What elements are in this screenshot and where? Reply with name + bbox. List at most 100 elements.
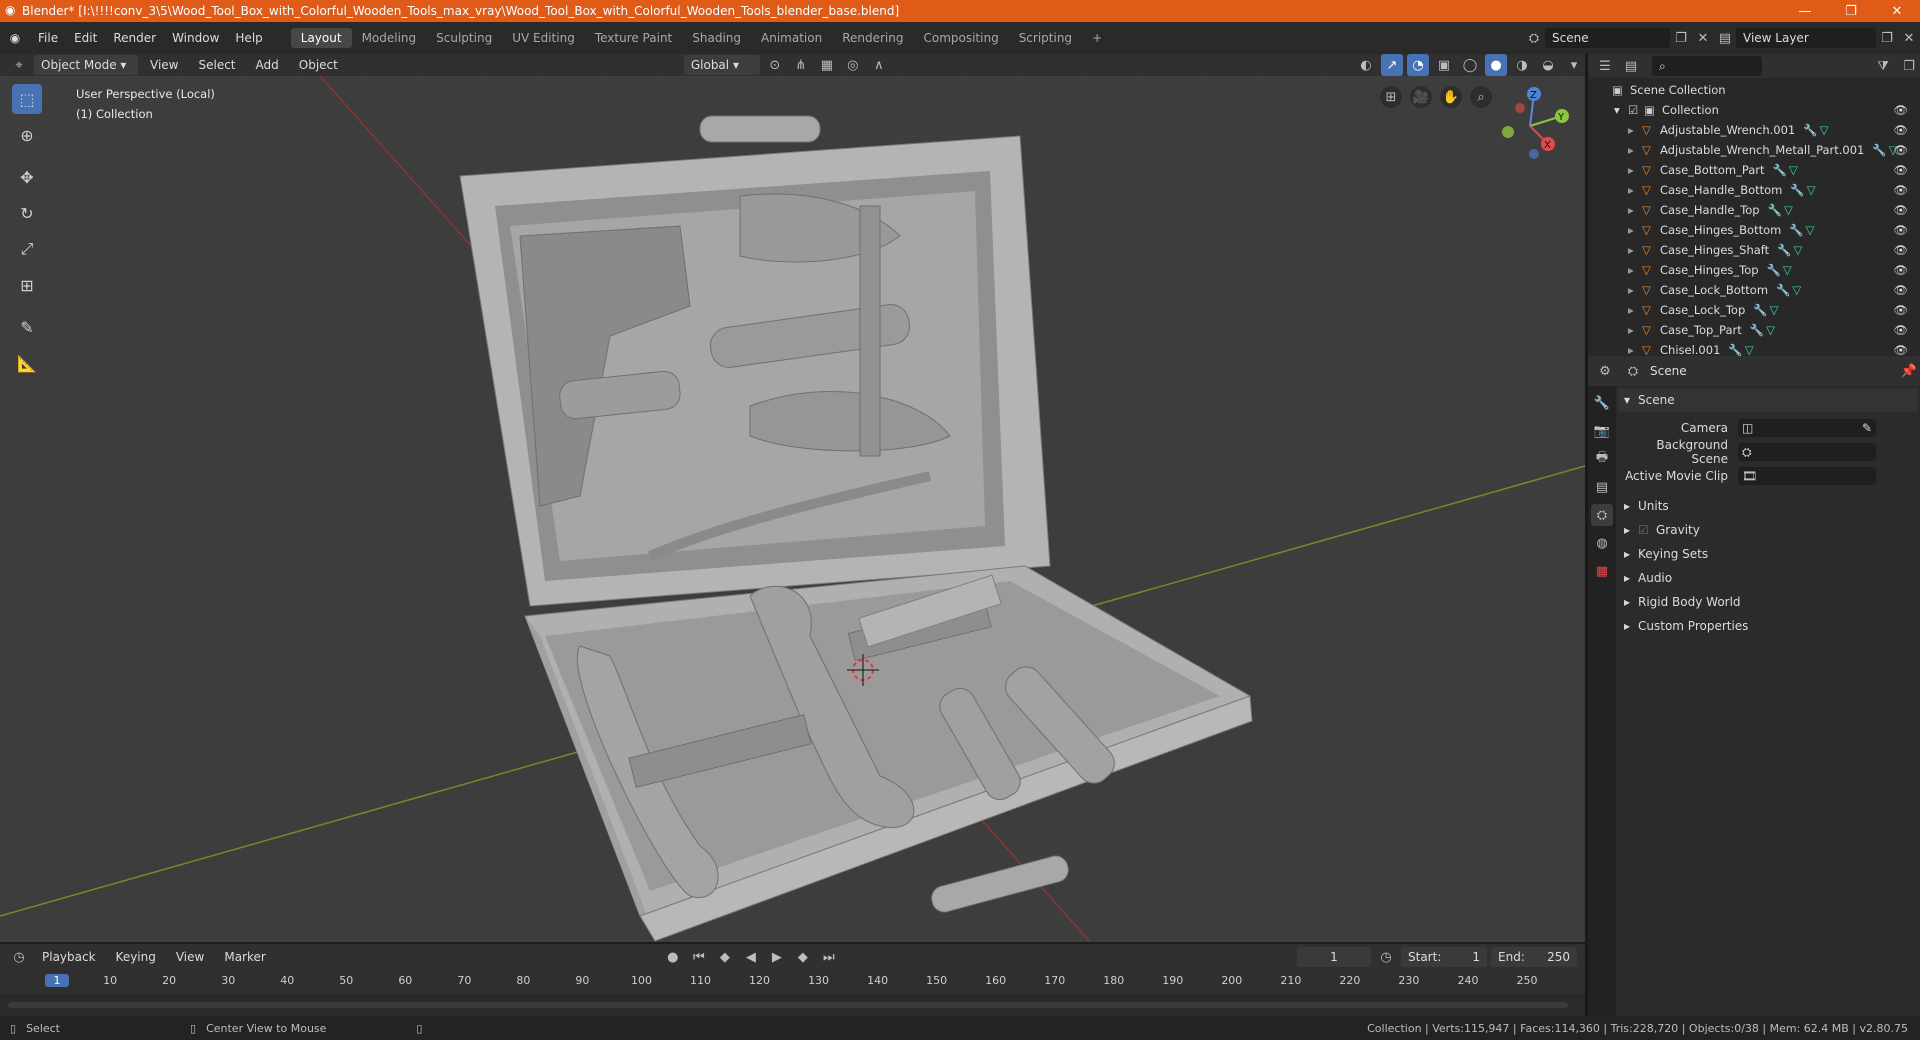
visibility-eye-icon[interactable]: 👁: [1893, 263, 1908, 277]
eyedropper-icon[interactable]: ✎: [1862, 421, 1872, 435]
transform-tool-icon[interactable]: ⊞: [12, 270, 42, 300]
next-keyframe-icon[interactable]: ◆: [792, 946, 814, 968]
outliner-object-row[interactable]: ▸ ▽ Case_Lock_Bottom 🔧 ▽ 👁: [1588, 280, 1920, 300]
rendered-shading-icon[interactable]: ◒: [1537, 54, 1559, 76]
scene-tab-icon[interactable]: ⛭: [1591, 504, 1613, 526]
outliner-object-row[interactable]: ▸ ▽ Case_Handle_Top 🔧 ▽ 👁: [1588, 200, 1920, 220]
pin-icon[interactable]: 📌: [1898, 360, 1920, 382]
camera-view-icon[interactable]: 🎥: [1410, 86, 1432, 108]
movie-clip-field[interactable]: 🎞: [1738, 467, 1876, 485]
visibility-eye-icon[interactable]: 👁: [1893, 303, 1908, 317]
properties-editor-icon[interactable]: ⚙: [1594, 360, 1616, 382]
snap-icon[interactable]: ⋔: [790, 54, 812, 76]
add-workspace-icon[interactable]: +: [1082, 28, 1112, 48]
pivot-icon[interactable]: ⊙: [764, 54, 786, 76]
visibility-eye-icon[interactable]: 👁: [1893, 143, 1908, 157]
menu-add[interactable]: Add: [248, 58, 287, 72]
ortho-toggle-icon[interactable]: ⊞: [1380, 86, 1402, 108]
preview-range-icon[interactable]: ◷: [1375, 946, 1397, 968]
transform-orientation[interactable]: Global ▾: [683, 55, 760, 75]
tab-layout[interactable]: Layout: [290, 28, 352, 48]
prev-keyframe-icon[interactable]: ◆: [714, 946, 736, 968]
new-view-layer-icon[interactable]: ❐: [1876, 27, 1898, 49]
3d-viewport[interactable]: ⬚ ⊕ ✥ ↻ ⤢ ⊞ ✎ 📐 User Perspective (Local)…: [0, 76, 1585, 942]
mode-selector[interactable]: Object Mode ▾: [34, 55, 138, 75]
outliner-object-row[interactable]: ▸ ▽ Adjustable_Wrench.001 🔧 ▽ 👁: [1588, 120, 1920, 140]
minimize-icon[interactable]: —: [1782, 4, 1828, 19]
frame-ruler[interactable]: 1 10 20 30 40 50 60 70 80 90 100 110 120 130 140 150 160…: [0, 970, 1585, 994]
visibility-eye-icon[interactable]: 👁: [1893, 223, 1908, 237]
visibility-icon[interactable]: ◐: [1355, 54, 1377, 76]
menu-window[interactable]: Window: [164, 31, 227, 45]
tab-sculpting[interactable]: Sculpting: [426, 28, 502, 48]
expand-icon[interactable]: ▸: [1628, 323, 1642, 337]
overlay-icon[interactable]: ◔: [1407, 54, 1429, 76]
expand-icon[interactable]: ▸: [1628, 163, 1642, 177]
expand-icon[interactable]: ▸: [1628, 263, 1642, 277]
start-frame-field[interactable]: Start: 1: [1401, 947, 1487, 967]
snap-target-icon[interactable]: ▦: [816, 54, 838, 76]
outliner-object-row[interactable]: ▸ ▽ Case_Hinges_Top 🔧 ▽ 👁: [1588, 260, 1920, 280]
menu-view[interactable]: View: [142, 58, 186, 72]
tab-scripting[interactable]: Scripting: [1009, 28, 1082, 48]
editor-type-icon[interactable]: ⌖: [8, 54, 30, 76]
timeline-scrollbar[interactable]: [8, 1002, 1568, 1008]
expand-icon[interactable]: ▾: [1614, 103, 1628, 117]
timeline-editor-icon[interactable]: ◷: [8, 946, 30, 968]
wireframe-shading-icon[interactable]: ◯: [1459, 54, 1481, 76]
xray-icon[interactable]: ▣: [1433, 54, 1455, 76]
visibility-eye-icon[interactable]: 👁: [1893, 183, 1908, 197]
outliner-object-row[interactable]: ▸ ▽ Case_Bottom_Part 🔧 ▽ 👁: [1588, 160, 1920, 180]
shading-options-icon[interactable]: ▾: [1563, 54, 1585, 76]
gravity-checkbox[interactable]: ☑: [1638, 523, 1656, 537]
menu-help[interactable]: Help: [227, 31, 270, 45]
jump-end-icon[interactable]: ⏭: [818, 946, 840, 968]
proportional-edit-icon[interactable]: ◎: [842, 54, 864, 76]
panel-audio[interactable]: ▸ Audio: [1618, 566, 1918, 590]
outliner-object-row[interactable]: ▸ ▽ Case_Lock_Top 🔧 ▽ 👁: [1588, 300, 1920, 320]
blender-menu-icon[interactable]: ◉: [0, 31, 30, 45]
rotate-tool-icon[interactable]: ↻: [12, 198, 42, 228]
menu-playback[interactable]: Playback: [34, 950, 104, 964]
expand-icon[interactable]: ▸: [1628, 243, 1642, 257]
play-icon[interactable]: ▶: [766, 946, 788, 968]
menu-object[interactable]: Object: [291, 58, 346, 72]
render-tab-icon[interactable]: 📷: [1591, 420, 1613, 442]
zoom-icon[interactable]: ⌕: [1470, 86, 1492, 108]
panel-custom-properties[interactable]: ▸ Custom Properties: [1618, 614, 1918, 638]
visibility-eye-icon[interactable]: 👁: [1893, 163, 1908, 177]
menu-marker[interactable]: Marker: [216, 950, 273, 964]
visibility-eye-icon[interactable]: 👁: [1893, 343, 1908, 357]
collection-row[interactable]: ▾ ☑ ▣ Collection 👁: [1588, 100, 1920, 120]
outliner-object-row[interactable]: ▸ ▽ Case_Hinges_Shaft 🔧 ▽ 👁: [1588, 240, 1920, 260]
outliner-object-row[interactable]: ▸ ▽ Adjustable_Wrench_Metall_Part.001 🔧 ▽ 👁: [1588, 140, 1920, 160]
expand-icon[interactable]: ▸: [1628, 283, 1642, 297]
tab-rendering[interactable]: Rendering: [832, 28, 913, 48]
camera-field[interactable]: ◫ ✎: [1738, 419, 1876, 437]
output-tab-icon[interactable]: 🖶: [1591, 448, 1613, 470]
pan-hand-icon[interactable]: ✋: [1440, 86, 1462, 108]
outliner-search[interactable]: ⌕: [1652, 56, 1762, 76]
gizmo-icon[interactable]: ↗: [1381, 54, 1403, 76]
world-tab-icon[interactable]: ◍: [1591, 532, 1613, 554]
checkbox-icon[interactable]: ☑: [1628, 103, 1644, 117]
expand-icon[interactable]: ▸: [1628, 343, 1642, 357]
visibility-eye-icon[interactable]: 👁: [1893, 243, 1908, 257]
record-icon[interactable]: ●: [662, 946, 684, 968]
expand-icon[interactable]: ▸: [1628, 223, 1642, 237]
tab-compositing[interactable]: Compositing: [913, 28, 1008, 48]
panel-rigid-body-world[interactable]: ▸ Rigid Body World: [1618, 590, 1918, 614]
close-icon[interactable]: ✕: [1874, 4, 1920, 19]
move-tool-icon[interactable]: ✥: [12, 162, 42, 192]
delete-view-layer-icon[interactable]: ✕: [1898, 27, 1920, 49]
visibility-eye-icon[interactable]: 👁: [1893, 203, 1908, 217]
view-layer-tab-icon[interactable]: ▤: [1591, 476, 1613, 498]
panel-keying-sets[interactable]: ▸ Keying Sets: [1618, 542, 1918, 566]
tab-animation[interactable]: Animation: [751, 28, 832, 48]
expand-icon[interactable]: ▸: [1628, 203, 1642, 217]
panel-gravity[interactable]: ▸ ☑ Gravity: [1618, 518, 1918, 542]
menu-select[interactable]: Select: [190, 58, 243, 72]
outliner-object-row[interactable]: ▸ ▽ Case_Hinges_Bottom 🔧 ▽ 👁: [1588, 220, 1920, 240]
menu-timeline-view[interactable]: View: [168, 950, 212, 964]
new-scene-icon[interactable]: ❐: [1670, 27, 1692, 49]
